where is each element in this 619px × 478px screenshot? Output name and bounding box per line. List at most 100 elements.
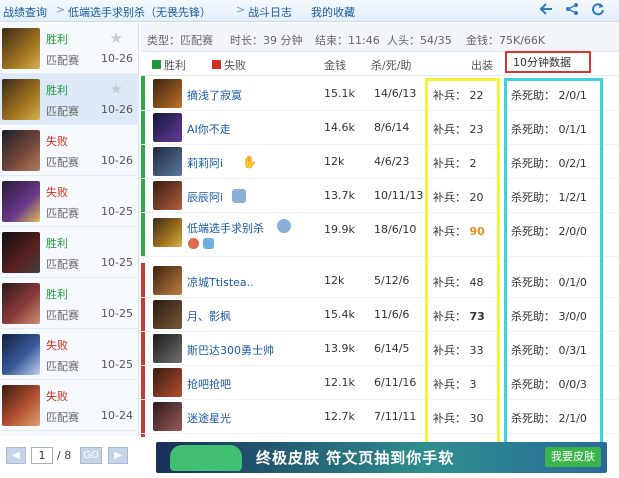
champion-avatar (153, 402, 182, 431)
match-date: 10-26 (101, 103, 133, 116)
player-kda: 11/6/6 (374, 308, 410, 321)
champion-avatar (2, 79, 40, 120)
match-list-item[interactable]: 失败 匹配赛 10-24 (0, 380, 139, 431)
champion-avatar (2, 232, 40, 273)
player-gold: 12.7k (324, 410, 355, 423)
champion-avatar (153, 266, 182, 295)
champion-avatar (2, 28, 40, 69)
player-kda: 4/6/23 (374, 155, 410, 168)
sword-badge-icon (203, 238, 214, 249)
player-kda: 7/11/11 (374, 410, 417, 423)
match-info-bar: 类型：匹配赛 时长：39 分钟 结束：11:46 人头：54/35 金钱：75K… (141, 23, 619, 52)
player-gold: 14.6k (324, 121, 355, 134)
champion-avatar (2, 385, 40, 426)
match-gold: 金钱：75K/66K (466, 34, 546, 47)
match-list-item[interactable]: 失败 匹配赛 10-26 (0, 125, 139, 176)
match-date: 10-25 (101, 256, 133, 269)
favorite-star-icon[interactable]: ★ (110, 80, 123, 98)
champion-avatar (2, 181, 40, 222)
get-skin-button[interactable]: 我要皮肤 (545, 447, 601, 467)
match-mode: 匹配赛 (46, 105, 79, 118)
player-name[interactable]: 摘浅了寂寞 (187, 87, 242, 103)
page-total: / 8 (57, 449, 72, 462)
back-arrow-icon[interactable] (538, 2, 554, 18)
player-kda: 18/6/10 (374, 223, 417, 236)
header-kda: 杀/死/助 (371, 59, 412, 72)
match-date: 10-25 (101, 358, 133, 371)
refresh-icon[interactable] (590, 2, 606, 18)
share-icon[interactable] (564, 2, 580, 18)
player-kda: 14/6/13 (374, 87, 417, 100)
player-name[interactable]: 低端选手求别杀 (187, 220, 264, 236)
ten-minute-data-tab[interactable]: 10分钟数据 (513, 54, 571, 70)
player-kda: 10/11/13 (374, 189, 424, 202)
match-mode: 匹配赛 (46, 258, 79, 271)
player-gold: 13.9k (324, 342, 355, 355)
breadcrumb-player[interactable]: 低端选手求别杀（无畏先锋） (68, 4, 211, 20)
champion-avatar (153, 147, 182, 176)
match-result: 失败 (46, 339, 68, 352)
match-list-item[interactable]: 失败 匹配赛 10-25 (0, 176, 139, 227)
match-mode: 匹配赛 (46, 309, 79, 322)
shield-badge-icon (232, 189, 246, 203)
match-result: 失败 (46, 135, 68, 148)
match-result: 胜利 (46, 288, 68, 301)
header-items: 出装 (471, 59, 493, 72)
player-gold: 13.7k (324, 189, 355, 202)
header-lose: 失败 (224, 59, 246, 72)
go-button[interactable]: GO (80, 447, 102, 464)
match-date: 10-26 (101, 52, 133, 65)
favorite-star-icon[interactable]: ★ (110, 29, 123, 47)
player-gold: 12k (324, 155, 345, 168)
match-list-item[interactable]: 胜利 匹配赛 10-25 (0, 227, 139, 278)
match-date: 10-25 (101, 205, 133, 218)
player-name[interactable]: 莉莉阿i (187, 155, 223, 171)
player-name[interactable]: 抢吧抢吧 (187, 376, 231, 392)
champion-avatar (153, 218, 182, 247)
match-type: 类型：匹配赛 (147, 34, 213, 47)
champion-avatar (153, 334, 182, 363)
my-favorites-link[interactable]: 我的收藏 (311, 4, 355, 20)
match-result: 失败 (46, 186, 68, 199)
match-mode: 匹配赛 (46, 156, 79, 169)
cs-column-highlight (425, 78, 500, 464)
match-list-item[interactable]: 失败 匹配赛 10-25 (0, 329, 139, 380)
skull-badge-icon (277, 219, 291, 233)
champion-avatar (153, 79, 182, 108)
breadcrumb-separator: > (236, 3, 246, 16)
match-history-sidebar: 胜利 匹配赛 10-26 ★ 胜利 匹配赛 10-26 ★ 失败 匹配赛 10-… (0, 23, 139, 436)
champion-avatar (153, 300, 182, 329)
player-name[interactable]: 月、影枫 (187, 308, 231, 324)
breadcrumb-stats[interactable]: 战绩查询 (3, 4, 47, 20)
player-gold: 12k (324, 274, 345, 287)
match-end-time: 结束：11:46 (315, 34, 380, 47)
player-gold: 19.9k (324, 223, 355, 236)
player-name[interactable]: 斯巴达300勇士帅 (187, 342, 274, 358)
player-name[interactable]: AI你不走 (187, 121, 231, 137)
header-win: 胜利 (164, 59, 186, 72)
match-list-item-selected[interactable]: 胜利 匹配赛 10-26 ★ (0, 74, 139, 125)
ten-min-kda-column-highlight (504, 78, 603, 464)
player-gold: 12.1k (324, 376, 355, 389)
win-legend-square (152, 60, 161, 69)
prev-page-button[interactable]: ◀ (6, 447, 26, 464)
match-list-item[interactable]: 胜利 匹配赛 10-25 (0, 278, 139, 329)
player-kda: 6/11/16 (374, 376, 417, 389)
player-gold: 15.4k (324, 308, 355, 321)
match-kills: 人头：54/35 (387, 34, 452, 47)
page-number-input[interactable]: 1 (31, 447, 53, 464)
match-result: 失败 (46, 390, 68, 403)
player-name[interactable]: 迷途星光 (187, 410, 231, 426)
next-page-button[interactable]: ▶ (108, 447, 128, 464)
champion-avatar (2, 283, 40, 324)
player-name[interactable]: 辰辰阿i (187, 189, 223, 205)
skin-promo-banner[interactable]: 终极皮肤 符文页抽到你手软 我要皮肤 (156, 442, 607, 473)
header-gold: 金钱 (324, 59, 346, 72)
match-date: 10-24 (101, 409, 133, 422)
champion-avatar (2, 334, 40, 375)
player-name[interactable]: 凉城Ttistea.. (187, 274, 254, 290)
match-mode: 匹配赛 (46, 54, 79, 67)
breadcrumb-battle-log[interactable]: 战斗日志 (248, 4, 292, 20)
match-duration: 时长：39 分钟 (230, 34, 303, 47)
match-list-item[interactable]: 胜利 匹配赛 10-26 ★ (0, 23, 139, 74)
